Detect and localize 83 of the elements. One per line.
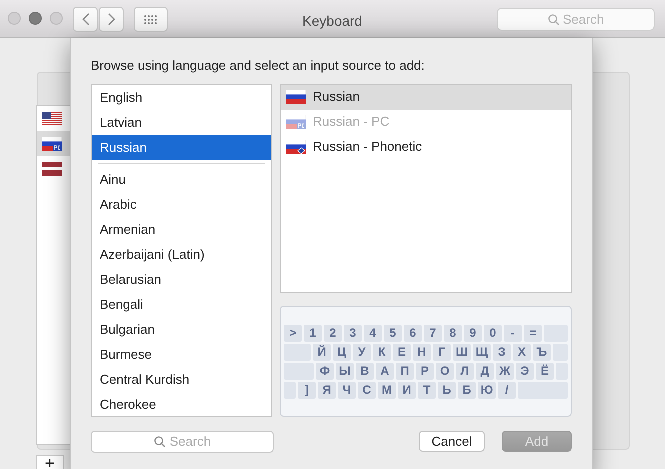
- keyboard-key: Ь: [438, 382, 456, 398]
- input-source-item[interactable]: Russian - Phonetic: [281, 134, 571, 160]
- language-item[interactable]: Burmese: [92, 342, 271, 366]
- language-item[interactable]: Belarusian: [92, 266, 271, 292]
- keyboard-key: Н: [413, 344, 431, 360]
- flag-icon: [286, 90, 306, 104]
- keyboard-key: З: [493, 344, 511, 360]
- search-icon: [548, 14, 560, 26]
- flag-icon: [42, 136, 62, 150]
- keyboard-key: Ю: [478, 382, 496, 398]
- keyboard-key: В: [356, 362, 374, 380]
- flag-icon: [286, 140, 306, 154]
- keyboard-key: 8: [444, 324, 462, 342]
- keyboard-key: С: [358, 382, 376, 398]
- forward-button[interactable]: [99, 7, 124, 32]
- grid-icon: [144, 14, 158, 24]
- keyboard-key: А: [376, 362, 394, 380]
- keyboard-key: Ъ: [533, 344, 551, 360]
- keyboard-key: Г: [433, 344, 451, 360]
- keyboard-key: Ш: [453, 344, 471, 360]
- language-item[interactable]: Central Kurdish: [92, 366, 271, 392]
- keyboard-key: 2: [324, 324, 342, 342]
- language-item[interactable]: Azerbaijani (Latin): [92, 242, 271, 266]
- language-item[interactable]: Russian: [92, 134, 271, 160]
- keyboard-key: Щ: [473, 344, 491, 360]
- input-source-item[interactable]: Russian: [281, 84, 571, 110]
- keyboard-key: Е: [393, 344, 411, 360]
- chevron-left-icon: [82, 13, 90, 26]
- add-button[interactable]: +: [36, 455, 64, 469]
- language-item[interactable]: Armenian: [92, 216, 271, 242]
- keyboard-key: -: [504, 324, 522, 342]
- keyboard-key: У: [353, 344, 371, 360]
- keyboard-key: Э: [516, 362, 534, 380]
- flag-icon: [286, 115, 306, 129]
- keyboard-key: О: [436, 362, 454, 380]
- keyboard-key: =: [524, 324, 542, 342]
- keyboard-key: /: [498, 382, 516, 398]
- keyboard-key: Д: [476, 362, 494, 380]
- keyboard-key: 4: [364, 324, 382, 342]
- prompt-text: Browse using language and select an input source to add:: [91, 58, 425, 73]
- keyboard-key: 3: [344, 324, 362, 342]
- keyboard-key: 1: [304, 324, 322, 342]
- keyboard-key: Т: [418, 382, 436, 398]
- language-item[interactable]: English: [92, 84, 271, 110]
- keyboard-key: ]: [298, 382, 316, 398]
- keyboard-key: И: [398, 382, 416, 398]
- chevron-right-icon: [108, 13, 116, 26]
- keyboard-key: Ц: [333, 344, 351, 360]
- language-item[interactable]: Cherokee: [92, 392, 271, 416]
- keyboard-key: Л: [456, 362, 474, 380]
- keyboard-key: Б: [458, 382, 476, 398]
- back-button[interactable]: [73, 7, 98, 32]
- flag-icon: [42, 162, 62, 176]
- cancel-button[interactable]: Cancel: [419, 431, 485, 452]
- keyboard-key: 9: [464, 324, 482, 342]
- window-title: Keyboard: [302, 13, 362, 29]
- language-item[interactable]: Ainu: [92, 166, 271, 192]
- language-item[interactable]: Bengali: [92, 292, 271, 316]
- keyboard-key: Ж: [496, 362, 514, 380]
- keyboard-key: Я: [318, 382, 336, 398]
- keyboard-key: П: [396, 362, 414, 380]
- minimize-button[interactable]: [29, 12, 42, 25]
- keyboard-key: Ё: [536, 362, 554, 380]
- input-source-item[interactable]: [37, 131, 70, 156]
- keyboard-key: Ы: [336, 362, 354, 380]
- keyboard-key: Х: [513, 344, 531, 360]
- language-item[interactable]: Arabic: [92, 192, 271, 216]
- keyboard-key: 5: [384, 324, 402, 342]
- search-icon: [154, 436, 166, 448]
- flag-icon: [42, 112, 62, 126]
- keyboard-key: Й: [313, 344, 331, 360]
- language-item[interactable]: Latvian: [92, 110, 271, 134]
- keyboard-key: 7: [424, 324, 442, 342]
- keyboard-key: К: [373, 344, 391, 360]
- keyboard-key: Р: [416, 362, 434, 380]
- keyboard-key: Ч: [338, 382, 356, 398]
- keyboard-key: >: [284, 324, 302, 342]
- keyboard-key: М: [378, 382, 396, 398]
- keyboard-key: Ф: [316, 362, 334, 380]
- language-item[interactable]: Bulgarian: [92, 316, 271, 342]
- keyboard-key: 6: [404, 324, 422, 342]
- show-all-button[interactable]: [134, 7, 168, 32]
- keyboard-key: 0: [484, 324, 502, 342]
